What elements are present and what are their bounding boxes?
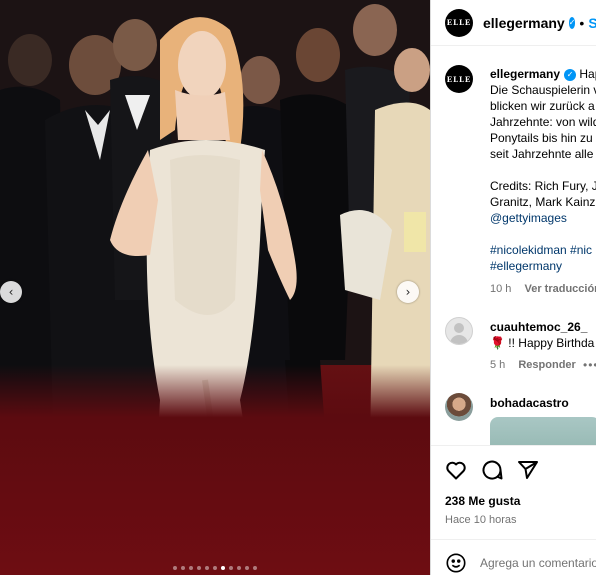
red-carpet [0,365,430,575]
caption-line: Hap [579,67,596,81]
carousel-dot [197,566,201,570]
comment-icon[interactable] [480,458,504,482]
commenter-avatar[interactable] [445,393,473,421]
emoji-icon[interactable] [445,552,467,574]
comment-media-preview[interactable] [490,417,596,445]
chevron-left-icon: ‹ [8,285,14,299]
carousel-prev-button[interactable]: ‹ [0,281,22,303]
avatar-logo-text: ELLE [446,74,472,84]
action-bar [431,445,596,493]
comment-username[interactable]: bohadacastro [490,396,569,410]
carousel-dot [213,566,217,570]
carousel-dot [253,566,257,570]
carousel-dot [205,566,209,570]
caption-avatar[interactable]: ELLE [445,65,473,93]
add-comment-bar [431,539,596,575]
credits-mention-link[interactable]: @gettyimages [490,210,596,226]
comment-username[interactable]: cuauhtemoc_26_ [490,320,587,334]
chevron-right-icon: › [405,285,411,299]
carousel-next-button[interactable]: › [397,281,419,303]
carousel-dot [245,566,249,570]
follow-button[interactable]: Se [588,15,596,31]
reply-button[interactable]: Responder [518,359,575,371]
comment-text: cuauhtemoc_26_ 🌹 !! Happy Birthda [490,319,594,351]
caption-text: ellegermany ✓ Hap Die Schauspielerin v bl… [490,66,596,274]
carousel-dot [237,566,241,570]
carousel-dot [173,566,177,570]
caption-line: Ponytails bis hin zu [490,131,593,145]
carousel-dot [229,566,233,570]
caption-time: 10 h [490,283,512,295]
carousel-dot [189,566,193,570]
avatar-logo-text: ELLE [446,18,472,27]
comment-text: bohadacastro [490,395,569,411]
post-header: ELLE ellegermany ✓ • Se [431,0,596,46]
caption-line: blicken wir zurück a [490,99,595,113]
caption-meta: 10 h Ver traducción [490,283,596,295]
comments-section[interactable]: ELLE ellegermany ✓ Hap Die Schauspielerin… [431,47,596,445]
author-avatar[interactable]: ELLE [445,8,473,37]
carousel-indicator [0,566,430,570]
comment-input[interactable] [480,556,596,570]
author-username[interactable]: ellegermany [483,15,565,31]
heart-icon[interactable] [444,458,468,482]
comment-body: 🌹 !! Happy Birthda [490,336,595,350]
credits-line: Credits: Rich Fury, J [490,179,596,193]
see-translation-button[interactable]: Ver traducción [524,283,596,295]
post-timestamp: Hace 10 horas [445,514,517,526]
hashtags-link[interactable]: #nicolekidman #nic [490,242,596,258]
comment-time: 5 h [490,359,506,371]
share-icon[interactable] [516,458,540,482]
likes-count[interactable]: 238 Me gusta [445,494,520,508]
header-separator: • [579,14,585,31]
hashtags-link[interactable]: #ellegermany [490,258,596,274]
post-side-panel: ELLE ellegermany ✓ • Se ELLE ellegermany… [430,0,596,575]
credits-line: Granitz, Mark Kainz [490,195,596,209]
caption-line: Die Schauspielerin v [490,83,596,97]
commenter-avatar[interactable] [445,317,473,345]
comment-meta: 5 h Responder [490,359,576,371]
verified-badge-icon: ✓ [564,68,577,81]
caption-line: Jahrzehnte: von wild [490,115,596,129]
caption-line: seit Jahrzehnte alle [490,147,594,161]
more-options-icon[interactable]: ••• [583,358,596,372]
carousel-dot [181,566,185,570]
caption-username[interactable]: ellegermany [490,67,560,81]
verified-badge-icon: ✓ [568,16,576,29]
carousel-dot [221,566,225,570]
post-media[interactable]: ‹ › [0,0,430,575]
